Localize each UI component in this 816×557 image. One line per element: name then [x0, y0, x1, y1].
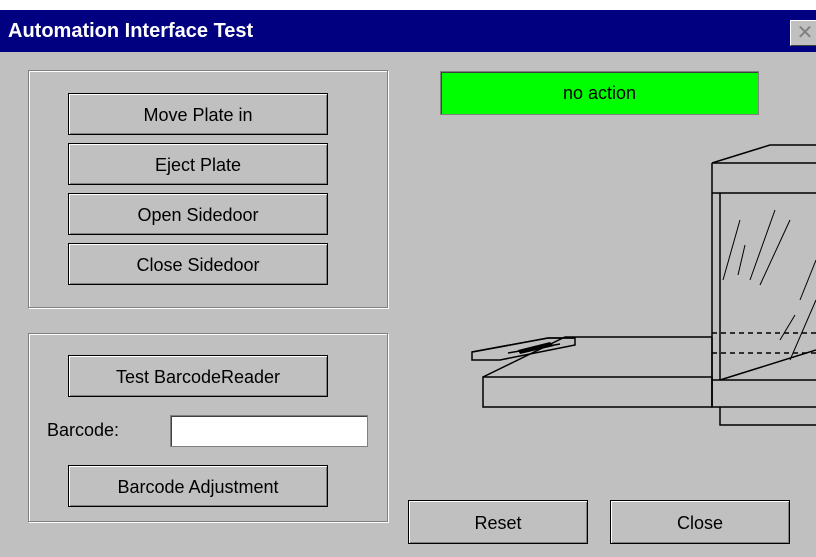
instrument-housing — [711, 163, 816, 408]
close-button[interactable]: Close — [610, 500, 790, 544]
instrument-drawing — [471, 144, 816, 426]
reset-button[interactable]: Reset — [408, 500, 588, 544]
instrument-base — [482, 376, 713, 408]
